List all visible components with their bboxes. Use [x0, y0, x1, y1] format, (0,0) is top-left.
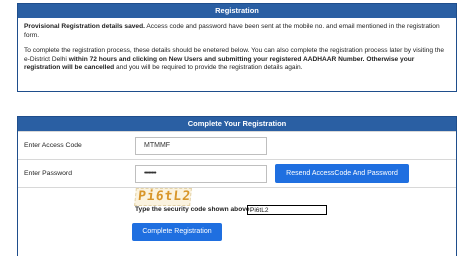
saved-notice-bold: Provisional Registration details saved.	[24, 23, 145, 30]
registration-info-panel: Registration Provisional Registration de…	[17, 3, 457, 92]
captcha-image: Pi6tL2	[134, 188, 192, 206]
password-input[interactable]: ••••••••	[135, 165, 267, 183]
instructions-notice: To complete the registration process, th…	[24, 47, 450, 73]
resend-access-code-button[interactable]: Resend AccessCode And Password	[275, 164, 409, 183]
access-code-label: Enter Access Code	[24, 142, 82, 149]
saved-notice: Provisional Registration details saved. …	[24, 23, 450, 40]
captcha-prompt: Type the security code shown above:	[135, 206, 252, 213]
complete-registration-title: Complete Your Registration	[18, 117, 456, 131]
registration-info-title: Registration	[18, 4, 456, 18]
instructions-text-2: and you will be required to provide the …	[114, 64, 303, 72]
password-label: Enter Password	[24, 170, 72, 177]
access-code-row: Enter Access Code MTMMF	[18, 131, 456, 160]
captcha-row	[18, 187, 456, 258]
access-code-input[interactable]: MTMMF	[135, 137, 267, 155]
complete-registration-button[interactable]: Complete Registration	[132, 223, 222, 241]
registration-message: Provisional Registration details saved. …	[18, 18, 456, 73]
password-row: Enter Password •••••••• Resend AccessCod…	[18, 159, 456, 188]
complete-registration-panel: Complete Your Registration Enter Access …	[17, 116, 457, 256]
captcha-input[interactable]: Pi6tL2	[247, 205, 327, 215]
